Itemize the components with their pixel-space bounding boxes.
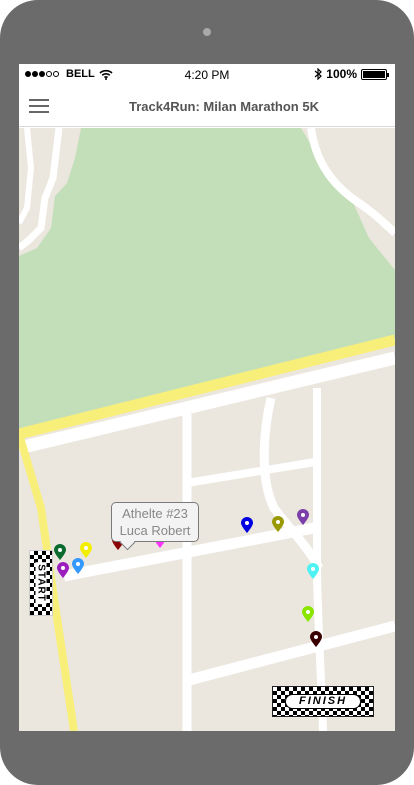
road-top-left-2 <box>19 128 35 225</box>
phone-frame: BELL 4:20 PM 100% Track4Run: Milan Marat… <box>0 0 414 785</box>
street-low <box>187 620 395 686</box>
app-bar: Track4Run: Milan Marathon 5K <box>19 86 395 127</box>
bluetooth-icon <box>314 68 323 80</box>
athlete-tooltip: Athelte #23 Luca Robert <box>111 502 199 542</box>
runner-pin-icon[interactable] <box>72 558 84 574</box>
street-mid <box>186 458 316 487</box>
runner-pin-icon[interactable] <box>241 517 253 533</box>
runner-pin-icon[interactable] <box>57 562 69 578</box>
finish-flag: FINISH <box>272 686 374 717</box>
street-curve <box>259 396 324 571</box>
page-title: Track4Run: Milan Marathon 5K <box>129 99 319 114</box>
battery-percent: 100% <box>326 67 357 81</box>
tooltip-line-2: Luca Robert <box>119 523 191 538</box>
map-base <box>19 128 395 731</box>
status-bar: BELL 4:20 PM 100% <box>19 64 395 85</box>
runner-pin-icon[interactable] <box>297 509 309 525</box>
tooltip-line-1: Athelte #23 <box>122 506 188 521</box>
finish-label: FINISH <box>285 694 361 709</box>
hamburger-menu-icon[interactable] <box>29 99 49 114</box>
start-flag: START <box>29 550 53 616</box>
runner-pin-icon[interactable] <box>80 542 92 558</box>
runner-pin-icon[interactable] <box>272 516 284 532</box>
start-label: START <box>35 562 47 604</box>
runner-pin-icon[interactable] <box>54 544 66 560</box>
race-map[interactable]: Athelte #23 Luca Robert START FINISH <box>19 128 395 731</box>
camera-dot <box>203 28 211 36</box>
runner-pin-icon[interactable] <box>310 631 322 647</box>
battery-icon <box>361 68 389 80</box>
runner-pin-icon[interactable] <box>307 563 319 579</box>
screen: BELL 4:20 PM 100% Track4Run: Milan Marat… <box>19 64 395 731</box>
runner-pin-icon[interactable] <box>302 606 314 622</box>
